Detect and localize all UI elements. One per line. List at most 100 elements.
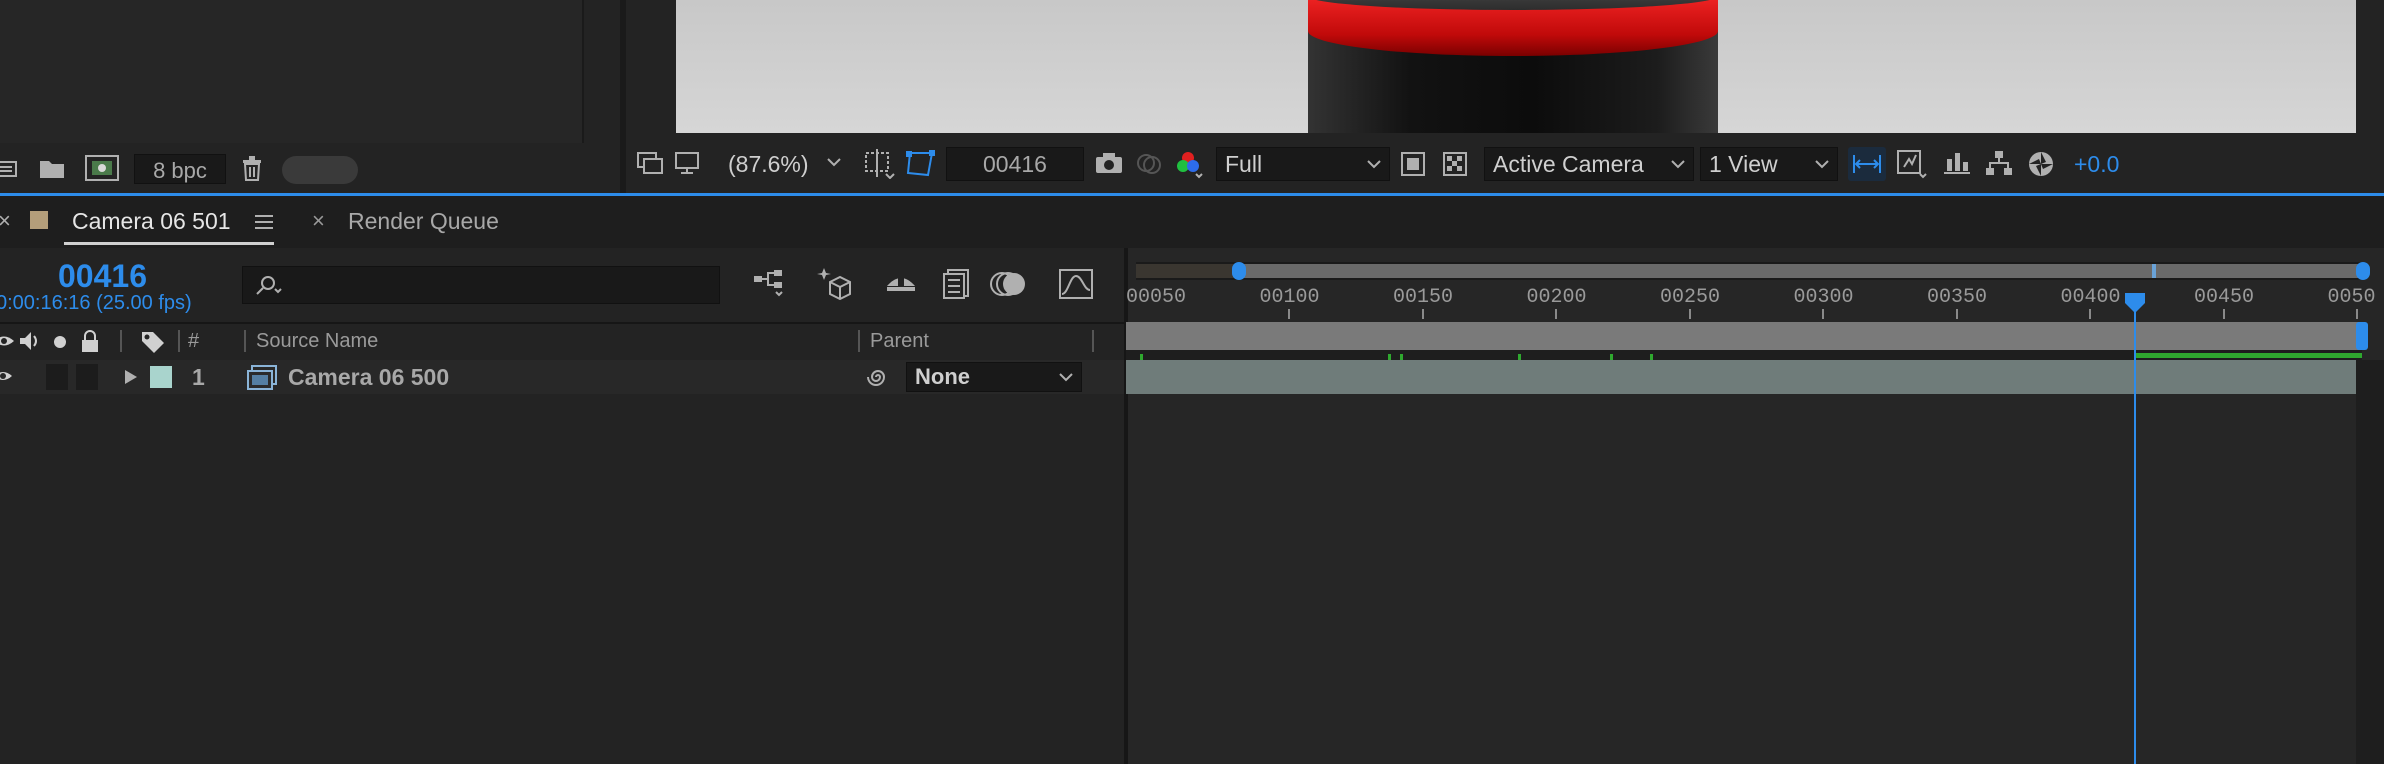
ruler-label: 00250 (1660, 286, 1721, 309)
lock-switch[interactable] (76, 364, 98, 390)
color-channels-icon[interactable] (1174, 149, 1204, 179)
composition-mini-flowchart-icon[interactable] (752, 268, 786, 300)
ruler-tick (1688, 309, 1691, 319)
layer-search-input[interactable] (242, 266, 720, 304)
cache-indicator-green (2136, 353, 2362, 358)
project-list[interactable] (0, 0, 584, 143)
layer-color-label[interactable] (150, 366, 172, 388)
reset-exposure-icon[interactable] (2026, 149, 2056, 179)
video-eye-icon[interactable] (0, 368, 12, 384)
motion-blur-icon[interactable] (990, 268, 1026, 300)
layer-column-header: # Source Name Parent (0, 322, 1124, 362)
monitor-icon[interactable] (674, 151, 700, 175)
view-layout-dropdown[interactable]: 1 View (1700, 147, 1838, 181)
solo-switch[interactable] (46, 364, 68, 390)
navigator-end-handle[interactable] (2356, 262, 2370, 280)
ruler-label: 00300 (1793, 286, 1854, 309)
viewer-toolbar: (87.6%) 00416 Full Active Camera 1 View (628, 143, 2384, 187)
chevron-down-icon (1815, 160, 1829, 169)
show-snapshot-icon[interactable] (1134, 151, 1164, 177)
solo-dot-icon[interactable] (52, 334, 68, 350)
resolution-dropdown[interactable]: Full (1216, 147, 1390, 181)
pick-whip-icon[interactable] (866, 365, 890, 389)
fast-previews-icon[interactable] (1896, 149, 1928, 179)
tab-menu-icon[interactable] (254, 214, 274, 230)
parent-dropdown[interactable]: None (906, 362, 1082, 392)
ruler-tick (1421, 309, 1424, 319)
ruler-tick (1288, 309, 1290, 319)
interpret-footage-icon[interactable] (0, 158, 20, 180)
camera-view-dropdown[interactable]: Active Camera (1484, 147, 1694, 181)
timeline-tab-bar: × Camera 06 501 × Render Queue (0, 196, 2384, 248)
navigator-unused-range (1136, 264, 1240, 278)
zoom-chevron-icon[interactable] (826, 157, 842, 169)
flowchart-icon[interactable] (1984, 149, 2014, 177)
column-divider (120, 330, 122, 352)
panel-divider[interactable] (620, 0, 626, 193)
chevron-down-icon (1059, 373, 1073, 382)
zoom-level[interactable]: (87.6%) (728, 151, 809, 178)
transparency-grid-icon[interactable] (1442, 151, 1468, 177)
number-column-header[interactable]: # (188, 330, 199, 353)
new-folder-icon[interactable] (38, 156, 66, 180)
layer-number: 1 (192, 364, 205, 390)
tab-camera-06-501[interactable]: Camera 06 501 (72, 208, 231, 235)
timeline-right-gutter (2356, 360, 2384, 764)
work-area-bar[interactable] (1126, 322, 2362, 350)
chevron-down-icon (1671, 160, 1685, 169)
parent-value: None (915, 364, 970, 389)
bit-depth-button[interactable]: 8 bpc (134, 154, 226, 184)
expand-triangle-icon[interactable] (124, 369, 138, 385)
lock-icon[interactable] (80, 330, 100, 354)
playhead-handle-icon[interactable] (2124, 292, 2146, 314)
timeline-icon[interactable] (1942, 149, 1972, 177)
frame-blending-icon[interactable] (942, 268, 972, 300)
audio-speaker-icon[interactable] (18, 330, 42, 352)
close-tab-icon[interactable]: × (0, 208, 11, 234)
navigator-start-handle[interactable] (1232, 262, 1246, 280)
draft-3d-icon[interactable] (816, 266, 852, 300)
video-eye-icon[interactable] (0, 332, 14, 350)
project-footer: 8 bpc (0, 148, 600, 190)
layer-duration-bar[interactable] (1126, 360, 2356, 394)
column-divider (858, 330, 860, 352)
mask-visibility-icon[interactable] (904, 149, 936, 179)
exposure-value[interactable]: +0.0 (2074, 151, 2119, 178)
source-name-column-header[interactable]: Source Name (256, 330, 378, 353)
playhead-line[interactable] (2134, 304, 2136, 764)
close-tab-icon[interactable]: × (312, 208, 325, 234)
column-divider (244, 330, 246, 352)
active-tab-underline (64, 242, 274, 245)
grid-guides-icon[interactable] (862, 149, 896, 179)
resolution-value: Full (1225, 150, 1263, 177)
timecode-display: 0:00:16:16 (25.00 fps) (0, 292, 192, 314)
thumbnail-slider[interactable] (282, 156, 358, 184)
column-divider (178, 330, 180, 352)
current-frame-field[interactable]: 00416 (946, 147, 1084, 181)
ruler-label: 0050 (2327, 286, 2376, 309)
ruler-tick (1822, 309, 1824, 319)
ruler-tick (2222, 309, 2225, 319)
layer-source-name[interactable]: Camera 06 500 (288, 364, 449, 391)
region-of-interest-icon[interactable] (1400, 151, 1426, 177)
ruler-label: 00100 (1259, 286, 1320, 309)
always-preview-icon[interactable] (636, 151, 664, 177)
current-time-display[interactable]: 00416 (58, 258, 147, 295)
layer-row[interactable]: 1 Camera 06 500 None (0, 360, 1124, 394)
work-area-end-handle[interactable] (2356, 322, 2368, 350)
ruler-tick (1555, 309, 1557, 319)
viewer-image[interactable] (676, 0, 2356, 133)
label-tag-icon[interactable] (140, 330, 166, 354)
tab-render-queue[interactable]: Render Queue (348, 208, 499, 235)
ruler-label: 00200 (1526, 286, 1587, 309)
new-composition-icon[interactable] (84, 154, 120, 182)
snapshot-camera-icon[interactable] (1094, 151, 1124, 175)
ruler-label: 00400 (2060, 286, 2121, 309)
navigator-visible-range[interactable] (1240, 264, 2364, 278)
toggle-pixel-aspect-icon[interactable] (1848, 147, 1886, 181)
graph-editor-icon[interactable] (1058, 268, 1094, 300)
shy-layers-icon[interactable] (884, 270, 918, 298)
camera-view-value: Active Camera (1493, 150, 1644, 177)
trash-icon[interactable] (240, 154, 264, 182)
parent-column-header[interactable]: Parent (870, 330, 929, 353)
